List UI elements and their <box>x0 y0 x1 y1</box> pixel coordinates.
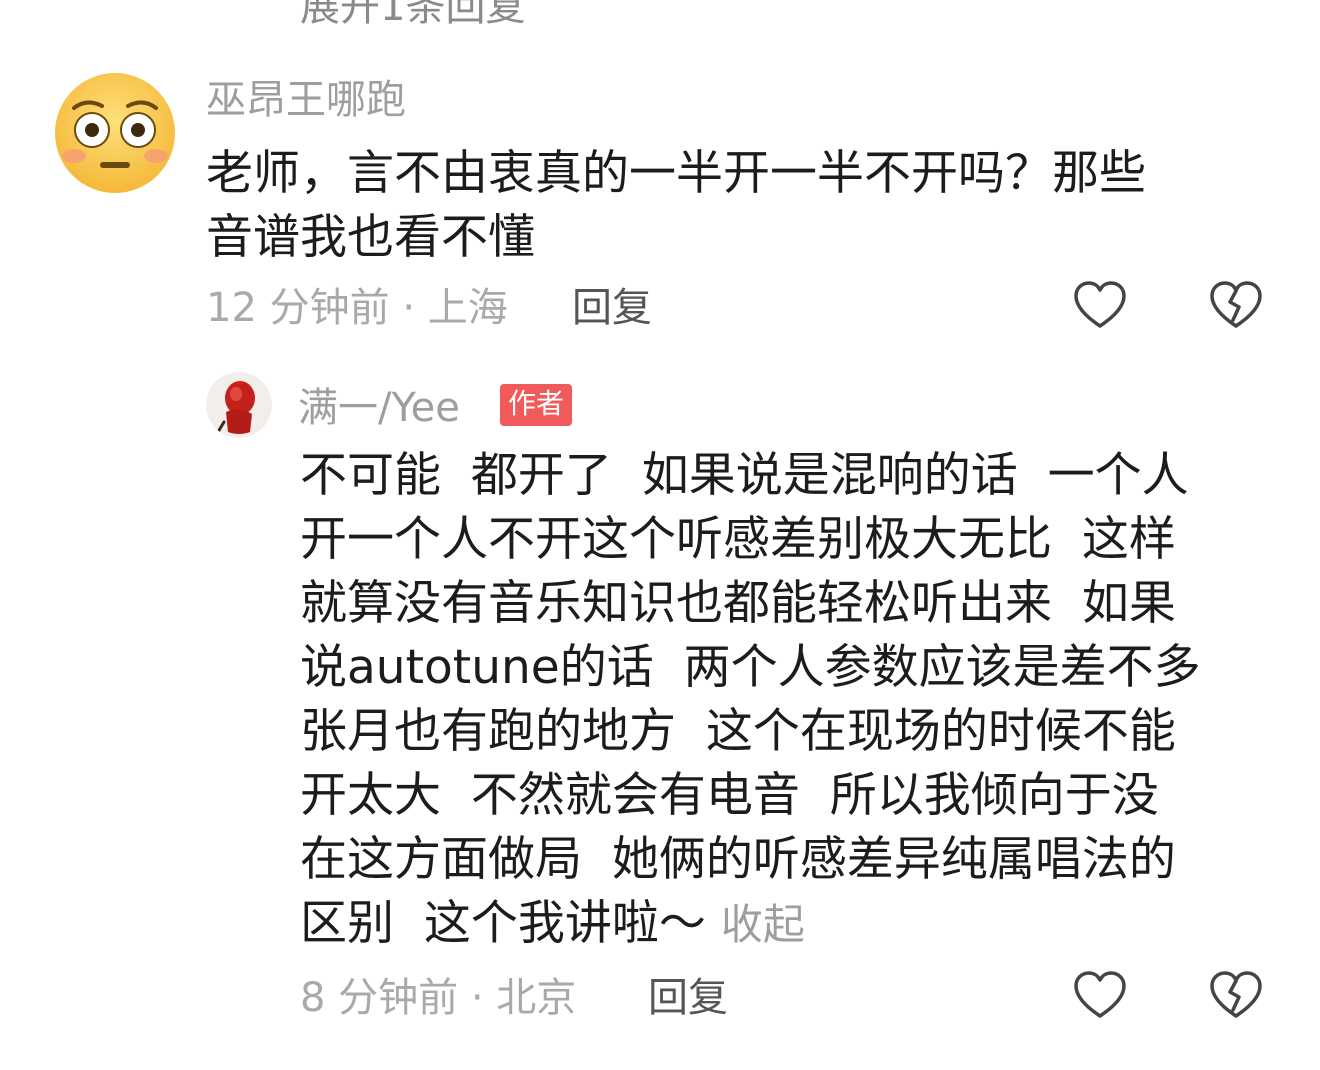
author-badge: 作者 <box>500 384 573 426</box>
reply-username[interactable]: 满一/Yee <box>298 388 460 428</box>
dislike-button[interactable] <box>1208 968 1264 1024</box>
avatar[interactable] <box>206 372 272 438</box>
reply-text: 不可能 都开了 如果说是混响的话 一个人 开一个人不开这个听感差别极大无比 这样… <box>300 444 1290 957</box>
broken-heart-icon <box>1210 971 1262 1018</box>
heart-icon <box>1074 971 1126 1018</box>
comment-text: 老师，言不由衷真的一半开一半不开吗？那些 音谱我也看不懂 <box>206 146 1146 265</box>
broken-heart-icon <box>1210 281 1262 328</box>
like-button[interactable] <box>1072 968 1128 1024</box>
comment-meta: 12 分钟前 · 上海 <box>206 285 508 331</box>
reply-meta: 8 分钟前 · 北京 <box>300 975 577 1021</box>
figure-avatar-icon <box>206 372 272 438</box>
flushed-face-icon <box>55 73 175 193</box>
reply-text-body: 不可能 都开了 如果说是混响的话 一个人 开一个人不开这个听感差别极大无比 这样… <box>300 448 1201 951</box>
avatar[interactable] <box>52 70 178 196</box>
like-button[interactable] <box>1072 278 1128 334</box>
comment-username[interactable]: 巫昂王哪跑 <box>206 80 406 120</box>
dislike-button[interactable] <box>1208 278 1264 334</box>
expand-replies-link[interactable]: 展开1条回复 <box>300 0 525 32</box>
heart-icon <box>1074 281 1126 328</box>
reply-button[interactable]: 回复 <box>648 978 728 1018</box>
reply-button[interactable]: 回复 <box>572 288 652 328</box>
collapse-link[interactable]: 收起 <box>721 900 805 949</box>
